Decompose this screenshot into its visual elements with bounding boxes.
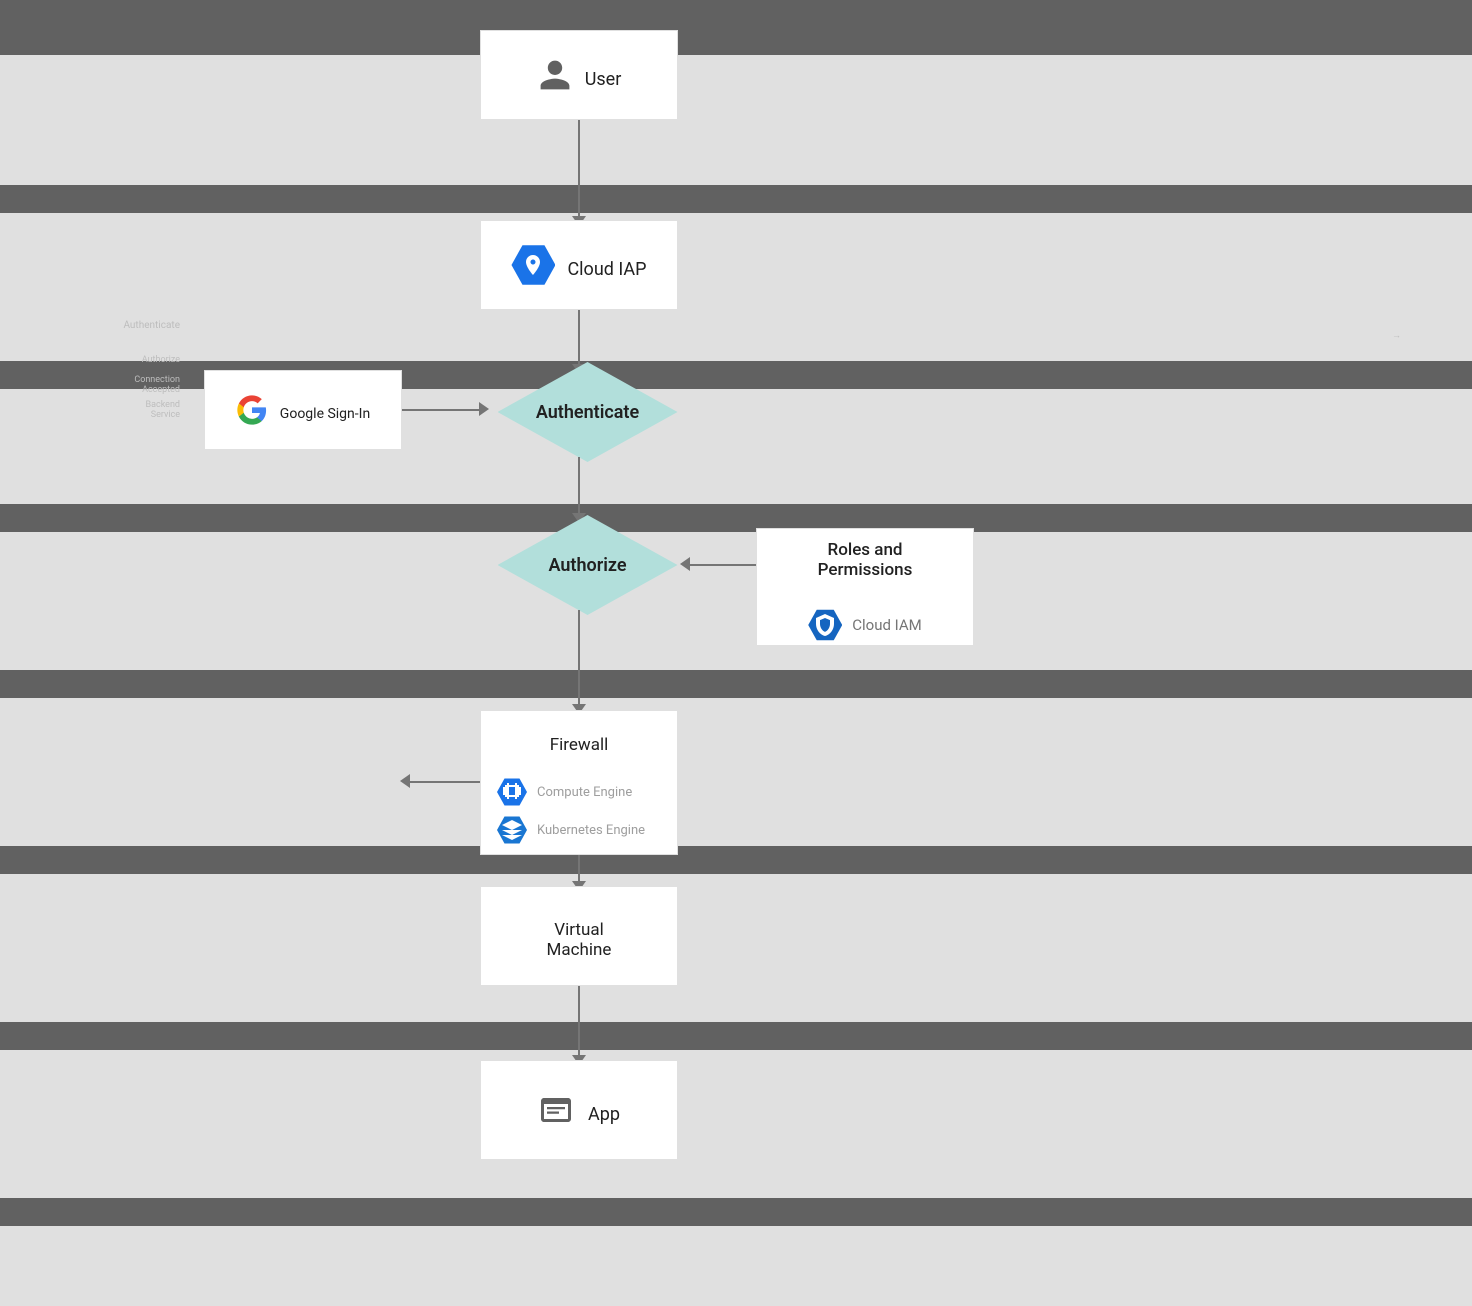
- band-light-5: [0, 698, 1472, 846]
- cloud-iam-row: Cloud IAM: [808, 608, 922, 642]
- arrowhead-roles-left: [680, 557, 690, 571]
- band-light-8: [0, 1226, 1472, 1306]
- virtual-machine-label: Virtual Machine: [547, 920, 612, 960]
- band-light-2: [0, 213, 1472, 361]
- app-icon: [538, 1092, 574, 1128]
- diagram: User Cloud IAP Google Sign-In Authentica…: [0, 0, 1472, 1306]
- side-text-authenticate: Authenticate: [40, 320, 180, 331]
- user-label: User: [585, 69, 622, 90]
- side-text-authorize: Authorize: [40, 355, 180, 365]
- virtual-machine-card: Virtual Machine: [480, 886, 678, 986]
- band-dark-8: [0, 1198, 1472, 1226]
- arrow-auth-down: [578, 457, 580, 517]
- band-light-7: [0, 1050, 1472, 1198]
- arrow-user-to-iap: [578, 120, 580, 220]
- band-dark-5: [0, 670, 1472, 698]
- band-light-1: [0, 55, 1472, 185]
- compute-engine-row: Compute Engine: [497, 777, 632, 807]
- google-logo-icon: [236, 394, 268, 426]
- side-text-right: →: [1392, 330, 1452, 341]
- google-signin-label: Google Sign-In: [280, 406, 370, 422]
- authenticate-shape: [498, 362, 678, 462]
- user-card: User: [480, 30, 678, 120]
- arrow-google-to-auth: [402, 409, 482, 411]
- compute-engine-label: Compute Engine: [537, 785, 632, 800]
- cloud-iap-card: Cloud IAP: [480, 220, 678, 310]
- person-icon: [537, 57, 573, 93]
- arrow-vm-down: [578, 986, 580, 1059]
- roles-title: Roles and Permissions: [818, 540, 913, 580]
- authorize-shape: [498, 515, 678, 615]
- side-text-backend: BackendService: [40, 400, 180, 420]
- app-label: App: [588, 1104, 620, 1125]
- authorize-diamond: Authorize: [490, 520, 685, 610]
- arrow-authorize-down: [578, 610, 580, 707]
- side-text-connection: ConnectionAccepted: [40, 375, 180, 395]
- band-dark-2: [0, 185, 1472, 213]
- band-light-4: [0, 532, 1472, 670]
- arrow-roles-to-authorize: [688, 564, 756, 566]
- google-signin-card: Google Sign-In: [204, 370, 402, 450]
- arrowhead-firewall-return: [400, 774, 410, 788]
- firewall-card: Firewall Compute Engine Kubernetes Engin…: [480, 710, 678, 855]
- cloud-iap-label: Cloud IAP: [567, 259, 646, 280]
- authenticate-diamond: Authenticate: [490, 367, 685, 457]
- arrow-firewall-return: [410, 781, 480, 783]
- band-dark-6: [0, 846, 1472, 874]
- kubernetes-engine-label: Kubernetes Engine: [537, 823, 645, 838]
- kubernetes-engine-row: Kubernetes Engine: [497, 815, 645, 845]
- band-dark-4: [0, 504, 1472, 532]
- compute-engine-icon: [497, 777, 527, 807]
- app-card: App: [480, 1060, 678, 1160]
- arrow-iap-down: [578, 310, 580, 368]
- cloud-iam-label: Cloud IAM: [852, 616, 922, 634]
- arrowhead-google-right: [479, 402, 489, 416]
- band-dark-top: [0, 0, 1472, 55]
- roles-permissions-box: Roles and Permissions Cloud IAM: [756, 528, 974, 646]
- band-light-6: [0, 874, 1472, 1022]
- kubernetes-engine-icon: [497, 815, 527, 845]
- cloud-iap-icon: [511, 243, 555, 287]
- cloud-iam-icon: [808, 608, 842, 642]
- firewall-label: Firewall: [497, 735, 661, 755]
- band-dark-7: [0, 1022, 1472, 1050]
